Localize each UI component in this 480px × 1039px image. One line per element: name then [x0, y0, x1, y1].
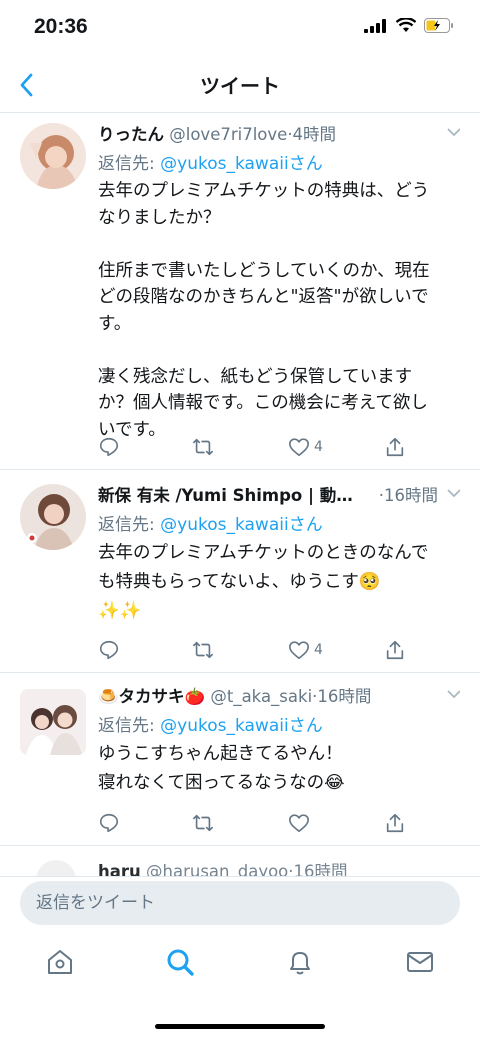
share-icon — [386, 813, 404, 833]
tab-home[interactable] — [42, 944, 78, 980]
tweet-item[interactable]: 🍮タカサキ🍅 @t_aka_saki·16時間 返信先: @yukos_kawa… — [0, 673, 480, 846]
reply-icon — [99, 640, 119, 660]
tweet-actions — [98, 811, 408, 835]
timestamp: ·16時間 — [378, 486, 438, 505]
tab-search[interactable] — [162, 944, 198, 980]
timestamp: ·16時間 — [312, 687, 372, 706]
reply-icon — [99, 437, 119, 457]
tweet-actions: 4 — [98, 435, 408, 459]
avatar[interactable] — [36, 860, 76, 876]
reply-mention-link[interactable]: @yukos_kawaiiさん — [160, 716, 323, 736]
page-title: ツイート — [200, 74, 280, 98]
battery-icon — [424, 18, 453, 33]
reply-button[interactable] — [98, 638, 120, 662]
chevron-down-icon[interactable] — [446, 488, 460, 498]
reply-mention-link[interactable]: @yukos_kawaiiさん — [160, 154, 323, 174]
retweet-icon — [193, 438, 213, 456]
share-button[interactable] — [384, 811, 406, 835]
reply-button[interactable] — [98, 811, 120, 835]
tweet-item[interactable]: 新保 有未 /Yumi Shimpo | 動… ·16時間 返信先: @yuko… — [0, 470, 480, 673]
home-icon — [48, 950, 72, 974]
reply-prefix: 返信先: — [98, 154, 161, 174]
timestamp: ·4時間 — [287, 125, 337, 144]
tweet-text: 去年のプレミアムチケットのときのなんで も特典もらってないよ、ゆうこす🥺 ✨✨ — [98, 543, 429, 621]
status-icons — [364, 18, 454, 33]
tweet-item[interactable]: りったん @love7ri7love·4時間 返信先: @yukos_kawai… — [0, 113, 480, 470]
handle[interactable]: @harusan_dayoo — [146, 862, 288, 876]
status-time: 20:36 — [34, 15, 88, 38]
wifi-icon — [396, 18, 416, 32]
display-name[interactable]: 🍮タカサキ🍅 — [98, 687, 205, 706]
messages-icon — [407, 952, 433, 972]
like-count: 4 — [314, 439, 323, 455]
share-button[interactable] — [384, 638, 406, 662]
search-icon — [167, 949, 194, 976]
retweet-button[interactable] — [192, 811, 214, 835]
reply-mention-link[interactable]: @yukos_kawaiiさん — [160, 515, 323, 535]
like-button[interactable] — [288, 811, 310, 835]
reply-prefix: 返信先: — [98, 716, 161, 736]
tweet-text: ゆうこすちゃん起きてるやん！ 寝れなくて困ってるなうなの😂 — [98, 744, 345, 793]
chevron-down-icon[interactable] — [446, 127, 460, 137]
retweet-icon — [193, 641, 213, 659]
timestamp: ·16時間 — [288, 862, 348, 876]
home-indicator[interactable] — [155, 1024, 325, 1029]
reply-to: 返信先: @yukos_kawaiiさん — [98, 711, 460, 737]
reply-button[interactable] — [98, 435, 120, 459]
display-name[interactable]: りったん — [98, 125, 164, 144]
handle[interactable]: @t_aka_saki — [210, 687, 312, 706]
display-name[interactable]: 新保 有未 /Yumi Shimpo | 動… — [98, 486, 353, 505]
signal-icon — [364, 18, 386, 33]
retweet-icon — [193, 814, 213, 832]
status-bar: 20:36 — [0, 0, 480, 56]
tweet-header: りったん @love7ri7love·4時間 — [98, 121, 460, 145]
reply-input[interactable]: 返信をツイート — [20, 881, 460, 925]
retweet-button[interactable] — [192, 435, 214, 459]
retweet-button[interactable] — [192, 638, 214, 662]
tweet-item[interactable]: haru @harusan_dayoo·16時間 — [0, 846, 480, 876]
tweet-actions: 4 — [98, 638, 408, 662]
reply-to: 返信先: @yukos_kawaiiさん — [98, 149, 460, 175]
tweet-header: 新保 有未 /Yumi Shimpo | 動… ·16時間 — [98, 482, 460, 506]
share-icon — [386, 640, 404, 660]
avatar[interactable] — [20, 484, 86, 550]
tab-bar — [0, 930, 480, 1000]
reply-prefix: 返信先: — [98, 515, 161, 535]
avatar[interactable] — [20, 689, 86, 755]
avatar[interactable] — [20, 123, 86, 189]
tab-notifications[interactable] — [282, 944, 318, 980]
like-count: 4 — [314, 642, 323, 658]
handle[interactable]: @love7ri7love — [169, 125, 287, 144]
nav-header: ツイート — [0, 56, 480, 113]
tab-messages[interactable] — [402, 944, 438, 980]
heart-icon — [289, 814, 309, 833]
reply-icon — [99, 813, 119, 833]
heart-icon — [289, 438, 309, 457]
share-icon — [386, 437, 404, 457]
reply-to: 返信先: @yukos_kawaiiさん — [98, 510, 460, 536]
like-button[interactable]: 4 — [288, 638, 323, 662]
tweet-header: haru @harusan_dayoo·16時間 — [98, 858, 348, 876]
notifications-icon — [290, 952, 310, 975]
reply-composer: 返信をツイート — [0, 876, 480, 929]
heart-icon — [289, 641, 309, 660]
share-button[interactable] — [384, 435, 406, 459]
tweet-header: 🍮タカサキ🍅 @t_aka_saki·16時間 — [98, 683, 460, 707]
display-name[interactable]: haru — [98, 862, 141, 876]
chevron-down-icon[interactable] — [446, 689, 460, 699]
like-button[interactable]: 4 — [288, 435, 323, 459]
tweet-text: 去年のプレミアムチケットの特典は、どう なりましたか？ 住所まで書いたしどうして… — [98, 181, 430, 440]
